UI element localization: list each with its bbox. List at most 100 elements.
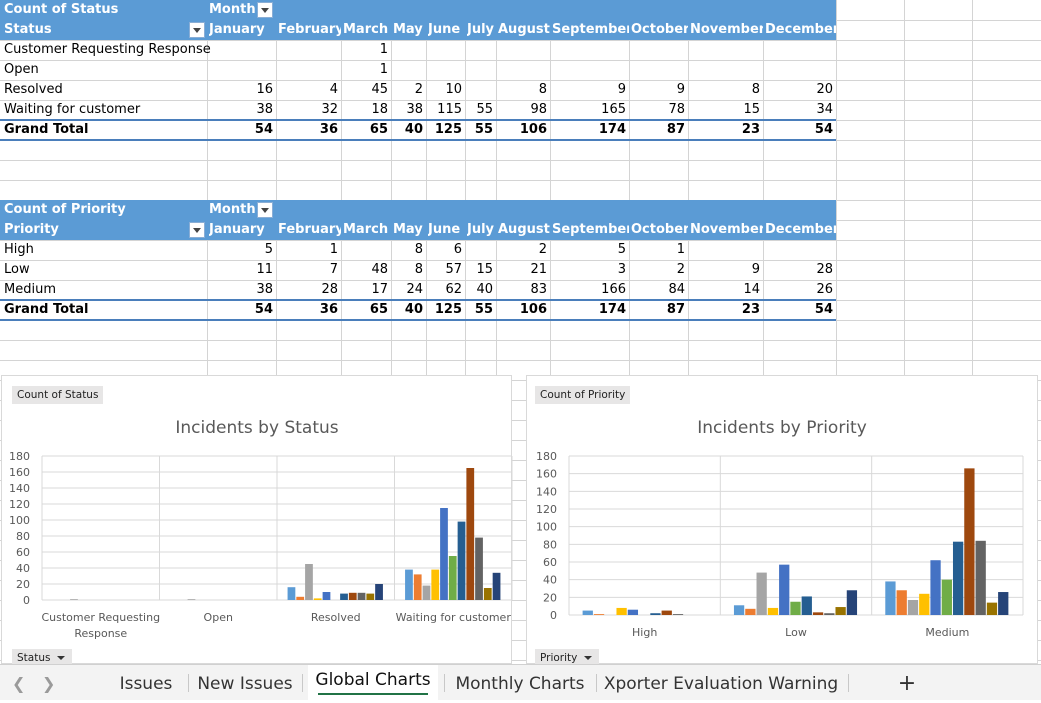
priority-chart[interactable]: Count of Priority Incidents by Priority 0… (526, 375, 1038, 667)
y-tick-label: 60 (543, 556, 557, 569)
bar-january[interactable] (582, 610, 593, 615)
month-header-november: November (690, 222, 763, 237)
priority-total-bottom-border (0, 319, 836, 321)
bar-september[interactable] (812, 612, 824, 615)
bar-july[interactable] (448, 556, 457, 600)
bar-november[interactable] (986, 602, 998, 615)
bar-december[interactable] (375, 584, 383, 600)
bar-march[interactable] (422, 585, 431, 600)
bar-august[interactable] (801, 596, 812, 615)
priority-value-cell (341, 240, 388, 260)
bar-march[interactable] (70, 599, 78, 600)
tab-issues[interactable]: Issues (110, 665, 182, 700)
status-value-cell: 15 (743, 102, 760, 117)
bar-august[interactable] (340, 593, 348, 600)
bar-august[interactable] (457, 521, 466, 600)
x-category-label: Medium (925, 626, 969, 639)
status-grand-total-cell: 23 (741, 122, 760, 137)
bar-september[interactable] (964, 468, 975, 615)
bar-august[interactable] (952, 541, 964, 615)
bar-february[interactable] (593, 614, 605, 615)
bar-december[interactable] (998, 592, 1009, 615)
month-filter-dropdown-icon[interactable] (257, 2, 273, 18)
bar-june[interactable] (627, 609, 639, 615)
priority-grand-total-cell: 54 (254, 302, 273, 317)
bar-october[interactable] (475, 537, 483, 600)
month-header-july: July (467, 222, 495, 237)
bar-july[interactable] (790, 601, 801, 615)
priority-grand-total-cell: 174 (598, 302, 626, 317)
bar-january[interactable] (287, 587, 296, 600)
status-grand-total-cell: 106 (519, 122, 547, 137)
status-value-cell: 16 (256, 82, 273, 97)
bar-november[interactable] (835, 607, 846, 615)
bar-may[interactable] (616, 607, 627, 615)
bar-february[interactable] (745, 608, 756, 615)
bar-december[interactable] (846, 590, 858, 615)
bar-march[interactable] (305, 564, 313, 600)
bar-september[interactable] (348, 592, 357, 600)
bar-june[interactable] (930, 560, 941, 615)
bar-october[interactable] (824, 613, 835, 615)
priority-value-cell: 9 (751, 262, 760, 277)
bar-october[interactable] (672, 614, 684, 615)
tab-new-issues[interactable]: New Issues (194, 665, 296, 700)
month-filter-dropdown-icon[interactable] (257, 202, 273, 218)
priority-value-cell: 40 (476, 282, 493, 297)
chevron-right-icon[interactable]: ❯ (42, 674, 55, 693)
status-value-cell: 38 (256, 102, 273, 117)
bar-october[interactable] (357, 592, 366, 600)
bar-september[interactable] (466, 468, 475, 600)
bar-may[interactable] (919, 593, 930, 615)
status-row-field[interactable]: Status (4, 20, 184, 40)
priority-filter-dropdown-icon[interactable] (189, 222, 205, 238)
month-header-january: January (209, 222, 265, 237)
status-value-cell (496, 60, 547, 80)
bar-march[interactable] (907, 599, 919, 615)
status-value-cell (550, 40, 626, 60)
status-value-cell (763, 40, 833, 60)
tab-xporter-evaluation-warning[interactable]: Xporter Evaluation Warning (602, 665, 840, 700)
status-value-cell: 2 (414, 82, 423, 97)
bar-july[interactable] (941, 579, 952, 615)
bar-november[interactable] (366, 593, 375, 600)
priority-grand-total-cell: 23 (741, 302, 760, 317)
chevron-left-icon[interactable]: ❮ (12, 674, 25, 693)
bar-june[interactable] (440, 508, 448, 600)
y-tick-label: 80 (543, 538, 557, 551)
status-chart[interactable]: Count of Status Incidents by Status 0 20 40… (1, 375, 513, 667)
bar-june[interactable] (322, 592, 331, 600)
month-header-january: January (209, 22, 265, 37)
bar-february[interactable] (413, 574, 422, 600)
add-sheet-button[interactable]: + (890, 665, 924, 700)
month-header-september: September (552, 222, 629, 237)
bar-january[interactable] (733, 605, 745, 615)
bar-february[interactable] (896, 590, 907, 615)
bar-october[interactable] (975, 540, 986, 615)
bar-march[interactable] (187, 599, 196, 600)
priority-row-field[interactable]: Priority (4, 220, 184, 240)
status-value-cell (207, 60, 273, 80)
bar-january[interactable] (405, 569, 413, 600)
bar-may[interactable] (767, 607, 779, 615)
bar-june[interactable] (779, 564, 790, 615)
bar-may[interactable] (431, 569, 440, 600)
bar-may[interactable] (313, 598, 322, 600)
bar-august[interactable] (650, 613, 661, 615)
priority-value-cell: 8 (414, 242, 423, 257)
bar-november[interactable] (483, 588, 492, 600)
status-filter-dropdown-icon[interactable] (189, 22, 205, 38)
status-grand-total-cell: 54 (254, 122, 273, 137)
y-tick-label: 20 (543, 591, 557, 604)
bar-september[interactable] (661, 610, 672, 615)
bar-march[interactable] (756, 572, 767, 615)
status-grand-total-cell: 40 (404, 122, 423, 137)
tab-global-charts[interactable]: Global Charts (308, 665, 438, 700)
bar-december[interactable] (492, 572, 501, 600)
status-total-bottom-border (0, 139, 836, 141)
bar-january[interactable] (885, 581, 896, 615)
status-value-cell: 9 (617, 82, 626, 97)
status-value-cell (426, 40, 462, 60)
tab-monthly-charts[interactable]: Monthly Charts (450, 665, 590, 700)
bar-february[interactable] (296, 596, 305, 600)
